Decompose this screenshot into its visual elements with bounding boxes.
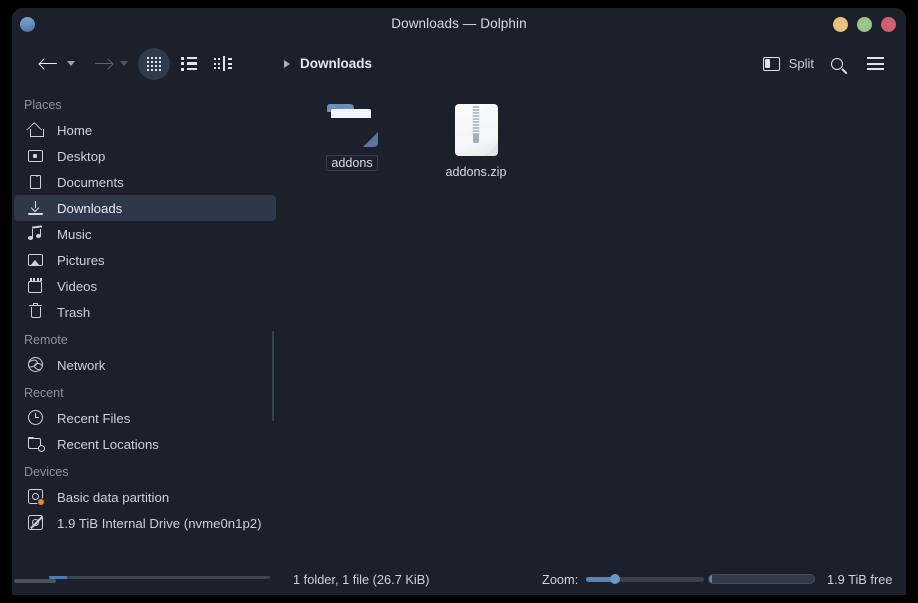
zip-archive-icon bbox=[454, 104, 498, 156]
free-space-indicator[interactable]: 1.9 TiB free bbox=[708, 572, 892, 587]
desktop-monitor-icon bbox=[28, 148, 45, 165]
sidebar-item-label: Downloads bbox=[57, 200, 123, 216]
content-area: Places Home Desktop Documents Downloads bbox=[12, 86, 906, 583]
close-button[interactable] bbox=[881, 17, 896, 32]
list-icon bbox=[181, 56, 197, 71]
zoom-slider[interactable] bbox=[586, 574, 705, 584]
sidebar-item-home[interactable]: Home bbox=[14, 117, 276, 143]
hard-disk-unmounted-icon bbox=[28, 514, 45, 532]
zoom-slider-handle[interactable] bbox=[609, 574, 620, 584]
folder-icon bbox=[326, 104, 378, 147]
split-button[interactable]: Split bbox=[762, 41, 814, 86]
sidebar-item-recent-files[interactable]: Recent Files bbox=[14, 405, 276, 431]
free-space-fill bbox=[709, 575, 713, 583]
sidebar-item-label: Desktop bbox=[57, 148, 106, 164]
file-grid: addons addons.zip bbox=[276, 98, 906, 180]
sidebar-group-devices: Devices bbox=[24, 465, 69, 479]
status-bar: 1 folder, 1 file (26.7 KiB) Zoom: 1.9 Ti… bbox=[276, 563, 906, 595]
toolbar: Downloads Split bbox=[12, 41, 906, 86]
breadcrumb[interactable]: Downloads bbox=[284, 41, 372, 86]
sidebar-item-music[interactable]: Music bbox=[14, 221, 276, 247]
sidebar-item-downloads[interactable]: Downloads bbox=[14, 195, 276, 221]
split-panes-icon bbox=[762, 56, 780, 71]
free-space-label: 1.9 TiB free bbox=[827, 571, 893, 587]
sidebar-item-trash[interactable]: Trash bbox=[14, 299, 276, 325]
sidebar-item-label: Music bbox=[57, 226, 92, 242]
chevron-right-icon[interactable] bbox=[284, 59, 290, 68]
trash-bin-icon bbox=[28, 302, 45, 321]
title-bar: Downloads — Dolphin bbox=[12, 8, 906, 41]
chevron-down-icon bbox=[120, 61, 128, 66]
sidebar-item-basic-data-partition[interactable]: Basic data partition bbox=[14, 484, 276, 510]
grid-dots-icon bbox=[147, 57, 161, 71]
sidebar-item-label: Pictures bbox=[57, 252, 105, 268]
hard-disk-icon bbox=[28, 488, 45, 506]
document-icon bbox=[28, 174, 45, 191]
status-item-count: 1 folder, 1 file (26.7 KiB) bbox=[293, 571, 430, 587]
file-item-label[interactable]: addons bbox=[326, 155, 378, 171]
view-mode-compact[interactable] bbox=[175, 41, 203, 86]
sidebar-item-label: Documents bbox=[57, 174, 124, 190]
forward-button[interactable] bbox=[92, 41, 114, 86]
sidebar-item-desktop[interactable]: Desktop bbox=[14, 143, 276, 169]
window-title: Downloads — Dolphin bbox=[391, 16, 527, 31]
details-columns-icon bbox=[213, 56, 233, 71]
video-film-icon bbox=[28, 277, 45, 295]
hamburger-menu-icon bbox=[866, 57, 884, 70]
forward-history-dropdown[interactable] bbox=[116, 41, 132, 86]
sidebar-item-videos[interactable]: Videos bbox=[14, 273, 276, 299]
arrow-left-icon bbox=[37, 57, 57, 70]
sidebar-item-label: Basic data partition bbox=[57, 489, 170, 505]
download-arrow-icon bbox=[28, 200, 45, 217]
back-history-dropdown[interactable] bbox=[63, 41, 79, 86]
picture-image-icon bbox=[28, 252, 45, 269]
sidebar-item-label: 1.9 TiB Internal Drive (nvme0n1p2) bbox=[57, 515, 262, 531]
free-space-bar bbox=[708, 574, 815, 584]
sidebar-item-label: Recent Files bbox=[57, 410, 131, 426]
sidebar-item-label: Trash bbox=[57, 304, 91, 320]
sidebar-group-recent: Recent bbox=[24, 386, 64, 400]
chevron-down-icon bbox=[67, 61, 75, 66]
sidebar-horizontal-scrollbar[interactable] bbox=[14, 579, 56, 583]
sidebar-item-recent-locations[interactable]: Recent Locations bbox=[14, 431, 276, 457]
sidebar-group-remote: Remote bbox=[24, 333, 68, 347]
sidebar-item-label: Home bbox=[57, 122, 93, 138]
breadcrumb-current[interactable]: Downloads bbox=[300, 56, 372, 71]
view-mode-icons[interactable] bbox=[138, 48, 170, 80]
places-sidebar[interactable]: Places Home Desktop Documents Downloads bbox=[12, 86, 276, 583]
split-button-label: Split bbox=[788, 56, 814, 71]
sidebar-item-label: Recent Locations bbox=[57, 436, 159, 452]
menu-button[interactable] bbox=[862, 41, 888, 86]
sidebar-item-label: Network bbox=[57, 357, 106, 373]
folder-clock-icon bbox=[28, 436, 45, 453]
zoom-control[interactable]: Zoom: bbox=[542, 571, 705, 587]
zoom-label: Zoom: bbox=[542, 571, 579, 587]
file-item-addons[interactable]: addons bbox=[312, 104, 392, 180]
sidebar-group-places: Places bbox=[24, 98, 62, 112]
file-item-label[interactable]: addons.zip bbox=[441, 164, 512, 180]
file-item-addons-zip[interactable]: addons.zip bbox=[436, 104, 516, 180]
music-note-icon bbox=[28, 224, 45, 243]
sidebar-vertical-scrollbar[interactable] bbox=[271, 331, 274, 421]
file-view[interactable]: addons addons.zip bbox=[276, 86, 906, 583]
arrow-right-icon bbox=[94, 57, 114, 70]
clock-icon bbox=[28, 409, 45, 427]
view-mode-details[interactable] bbox=[209, 41, 237, 86]
back-button[interactable] bbox=[37, 41, 59, 86]
home-icon bbox=[28, 122, 45, 139]
sidebar-item-label: Videos bbox=[57, 278, 98, 294]
sidebar-item-pictures[interactable]: Pictures bbox=[14, 247, 276, 273]
minimize-button[interactable] bbox=[833, 17, 848, 32]
search-button[interactable] bbox=[824, 41, 850, 86]
search-icon bbox=[831, 57, 843, 70]
sidebar-item-network[interactable]: Network bbox=[14, 352, 276, 378]
device-capacity-bar bbox=[49, 576, 270, 579]
network-globe-icon bbox=[28, 356, 45, 374]
sidebar-item-documents[interactable]: Documents bbox=[14, 169, 276, 195]
maximize-button[interactable] bbox=[857, 17, 872, 32]
sidebar-item-internal-drive[interactable]: 1.9 TiB Internal Drive (nvme0n1p2) bbox=[14, 510, 276, 536]
dolphin-window: Downloads — Dolphin Downloads Split Plac… bbox=[12, 8, 906, 595]
warning-badge-icon bbox=[37, 497, 45, 506]
